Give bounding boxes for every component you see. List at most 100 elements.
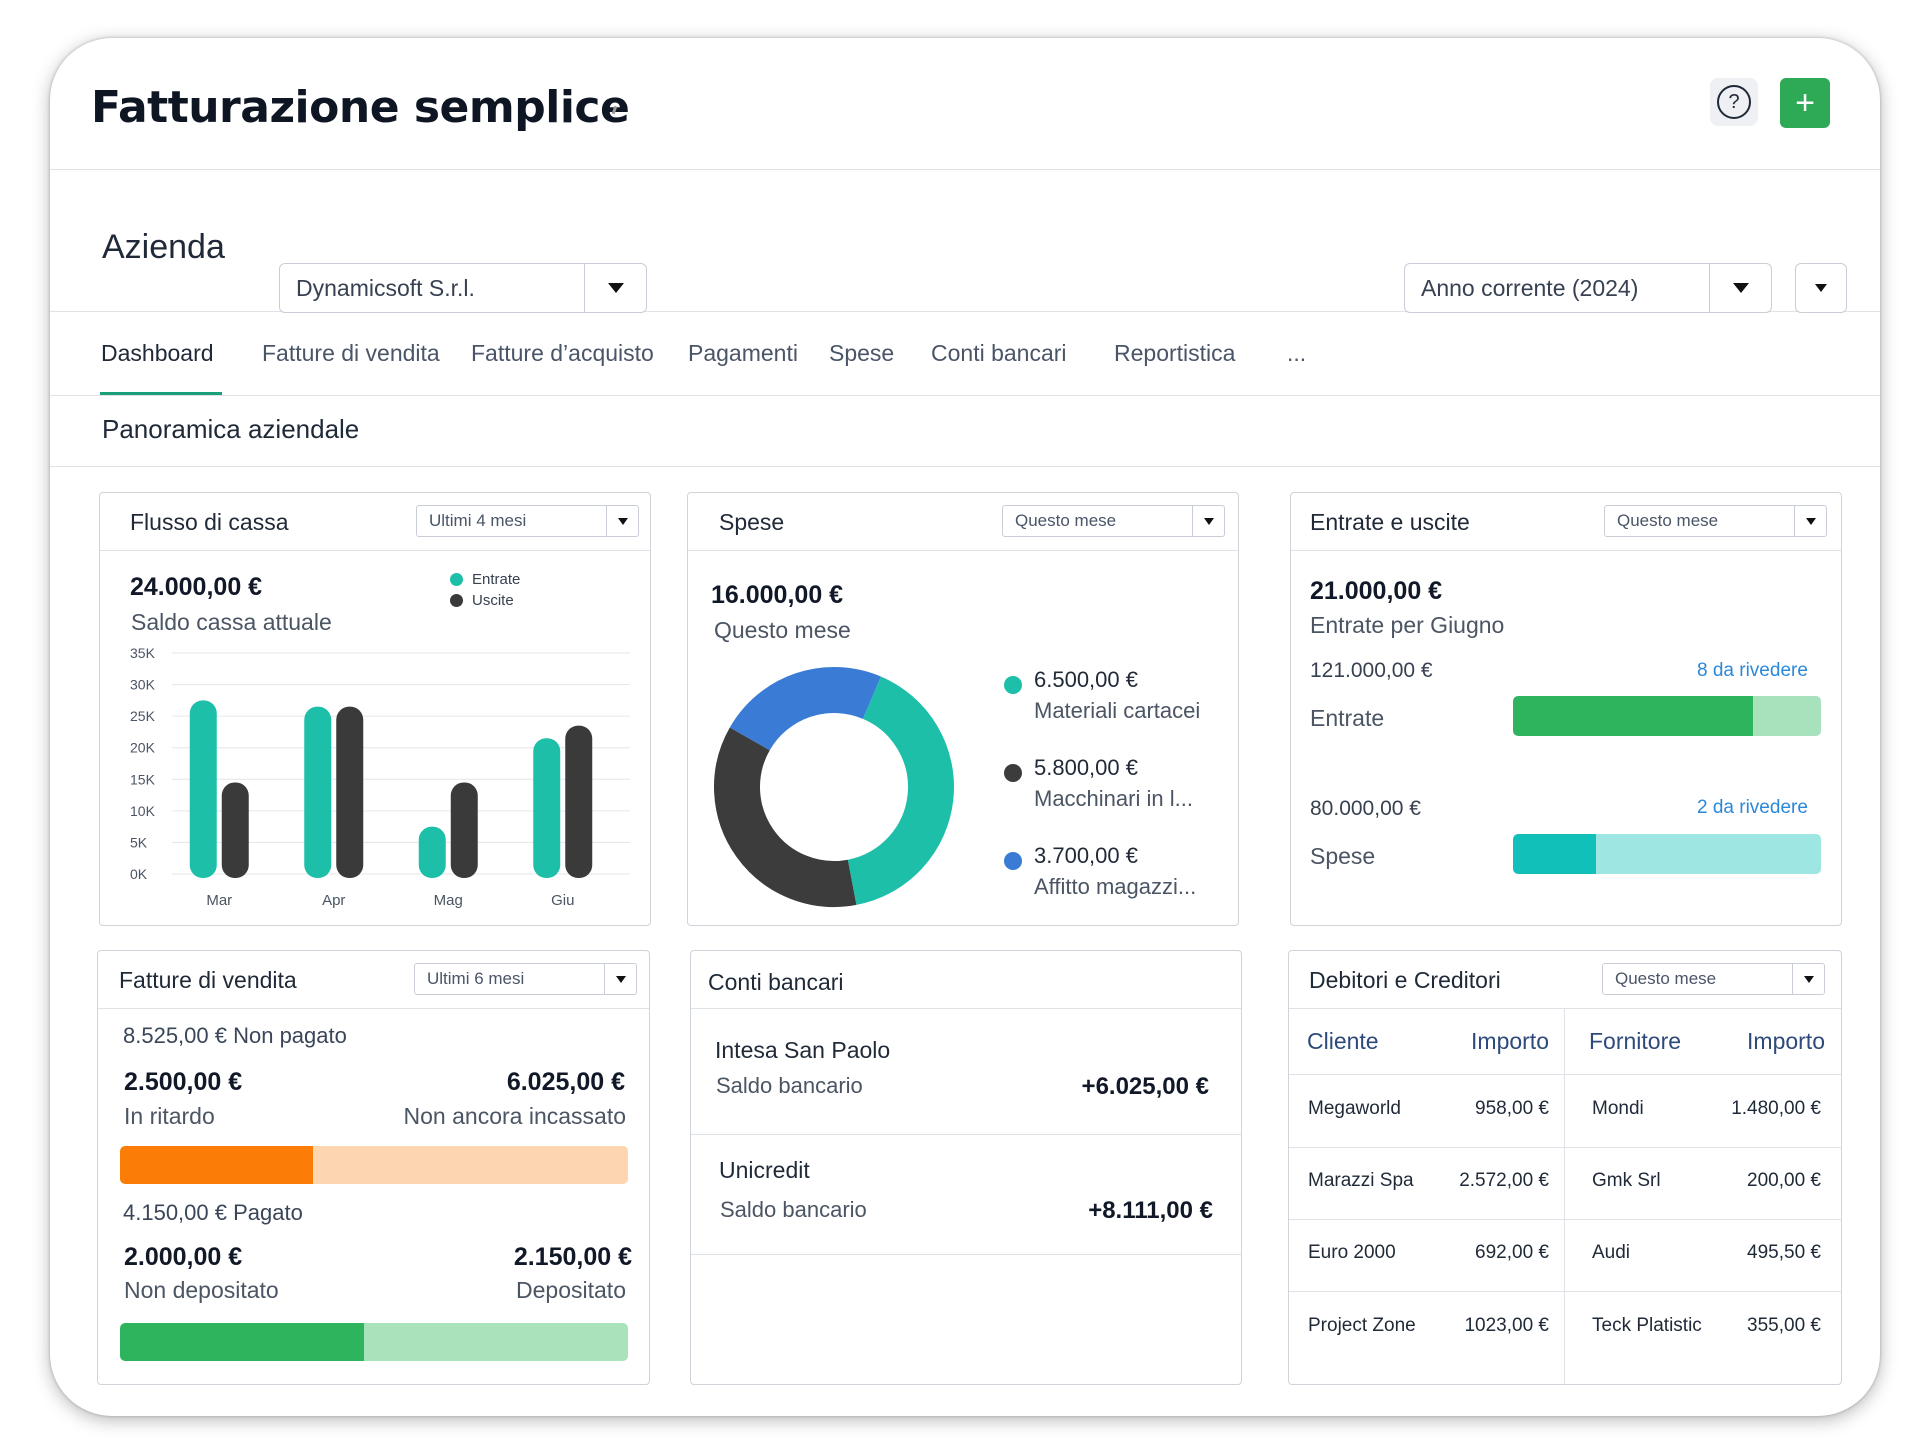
bar-entrate [189,700,217,878]
card-title: Debitori e Creditori [1309,967,1501,993]
income-review-link[interactable]: 8 da rivedere [1697,660,1808,682]
card-header: Flusso di cassa Ultimi 4 mesi [100,493,650,551]
card-title: Spese [719,509,785,535]
y-tick-label: 10K [130,803,156,819]
chevron-down-icon [1803,975,1814,983]
bar-entrate [533,738,561,878]
tab-bank-accounts[interactable]: Conti bancari [931,340,1067,367]
table-cell-supplier: Gmk Srl [1592,1170,1661,1191]
expenses-card: Spese Questo mese 16.000,00 € Questo mes… [687,492,1239,926]
x-tick-label: Giu [551,892,574,909]
filter-value: Ultimi 6 mesi [427,969,525,988]
legend-swatch [450,594,463,607]
add-button[interactable]: + [1780,78,1830,128]
company-select[interactable]: Dynamicsoft S.r.l. [279,263,647,313]
card-header: Conti bancari [691,951,1241,1009]
bank-account-row[interactable]: Intesa San Paolo Saldo bancario +6.025,0… [691,1009,1241,1135]
inout-filter-select[interactable]: Questo mese [1604,505,1827,537]
y-tick-label: 0K [130,866,148,882]
tab-purchase-invoices[interactable]: Fatture d’acquisto [471,340,654,367]
progress-fill [1513,834,1597,874]
income-expense-card: Entrate e uscite Questo mese 21.000,00 €… [1290,492,1842,926]
x-tick-label: Mag [434,892,463,909]
bar-entrate [418,826,446,878]
unpaid-total: 8.525,00 € Non pagato [123,1023,347,1048]
cashflow-filter-select[interactable]: Ultimi 4 mesi [416,505,639,537]
chevron-down-icon [617,517,628,525]
bank-name: Intesa San Paolo [715,1037,891,1063]
cash-balance-amount: 24.000,00 € [130,573,263,601]
legend-swatch [1004,764,1022,782]
tab-reports[interactable]: Reportistica [1114,340,1235,367]
legend-uscite: Uscite [450,592,514,609]
sales-filter-select[interactable]: Ultimi 6 mesi [414,963,637,995]
legend-label: Entrate [472,571,521,588]
not-deposited-amount: 2.000,00 € [124,1243,243,1271]
row-divider [1289,1219,1841,1220]
cashflow-card: Flusso di cassa Ultimi 4 mesi 24.000,00 … [99,492,651,926]
income-row-label: Entrate [1310,705,1385,731]
income-label: Entrate per Giugno [1310,612,1505,638]
filter-toggle[interactable] [604,964,636,994]
table-cell-amount: 495,50 € [1747,1242,1821,1263]
company-select-toggle[interactable] [584,264,646,312]
debts-filter-select[interactable]: Questo mese [1602,963,1825,995]
expenses-amount: 16.000,00 € [711,581,844,609]
not-deposited-label: Non depositato [124,1277,279,1303]
bank-account-row[interactable]: Unicredit Saldo bancario +8.111,00 € [691,1135,1241,1255]
card-title: Flusso di cassa [130,509,289,535]
expense-item-label: Materiali cartacei [1034,698,1201,723]
bank-accounts-card: Conti bancari Intesa San Paolo Saldo ban… [690,950,1242,1385]
filter-toggle[interactable] [1794,506,1826,536]
table-cell-client: Megaworld [1308,1098,1401,1119]
deposited-label: Depositato [516,1277,626,1303]
tab-expenses[interactable]: Spese [829,340,894,367]
table-cell-amount: 958,00 € [1475,1098,1549,1119]
tab-dashboard[interactable]: Dashboard [101,340,214,367]
table-cell-supplier: Mondi [1592,1098,1644,1119]
more-options-dropdown[interactable] [1795,263,1847,313]
filter-value: Questo mese [1015,511,1117,530]
period-select-toggle[interactable] [1709,264,1771,312]
table-cell-supplier: Audi [1592,1242,1631,1263]
expense-review-link[interactable]: 2 da rivedere [1697,797,1808,819]
expense-item-label: Macchinari in l... [1034,786,1193,811]
filter-toggle[interactable] [1792,964,1824,994]
bank-name: Unicredit [719,1157,810,1183]
company-label: Azienda [102,228,225,266]
filter-value: Questo mese [1615,969,1717,988]
card-header: Spese Questo mese [688,493,1238,551]
y-tick-label: 35K [130,645,156,661]
tab-payments[interactable]: Pagamenti [688,340,798,367]
expenses-period-label: Questo mese [714,617,851,643]
expense-total: 80.000,00 € [1310,797,1421,820]
income-total: 121.000,00 € [1310,659,1433,682]
filter-value: Questo mese [1617,511,1719,530]
filter-toggle[interactable] [606,506,638,536]
tab-sales-invoices[interactable]: Fatture di vendita [262,340,440,367]
expense-item-label: Affitto magazzi... [1034,874,1197,899]
card-header: Fatture di vendita Ultimi 6 mesi [98,951,649,1009]
tab-more[interactable]: ... [1287,340,1306,367]
expense-item-amount: 5.800,00 € [1034,755,1138,780]
chevron-down-icon [615,975,626,983]
period-select[interactable]: Anno corrente (2024) [1404,263,1772,313]
row-divider [1289,1147,1841,1148]
section-title: Panoramica aziendale [102,414,360,444]
y-tick-label: 30K [130,677,156,693]
question-circle-icon: ? [1717,85,1751,119]
table-cell-amount: 200,00 € [1747,1170,1821,1191]
expense-item-amount: 6.500,00 € [1034,667,1138,692]
legend-entrate: Entrate [450,571,520,588]
debtors-creditors-card: Debitori e Creditori Questo mese Cliente… [1288,950,1842,1385]
table-cell-client: Project Zone [1308,1315,1416,1336]
expense-progress-bar [1513,834,1821,874]
donut-slice [847,676,954,905]
expenses-filter-select[interactable]: Questo mese [1002,505,1225,537]
help-button[interactable]: ? [1710,78,1758,126]
filter-toggle[interactable] [1192,506,1224,536]
income-progress-bar [1513,696,1821,736]
paid-progress-bar [120,1323,628,1361]
progress-fill [120,1323,364,1361]
progress-fill [120,1146,314,1184]
